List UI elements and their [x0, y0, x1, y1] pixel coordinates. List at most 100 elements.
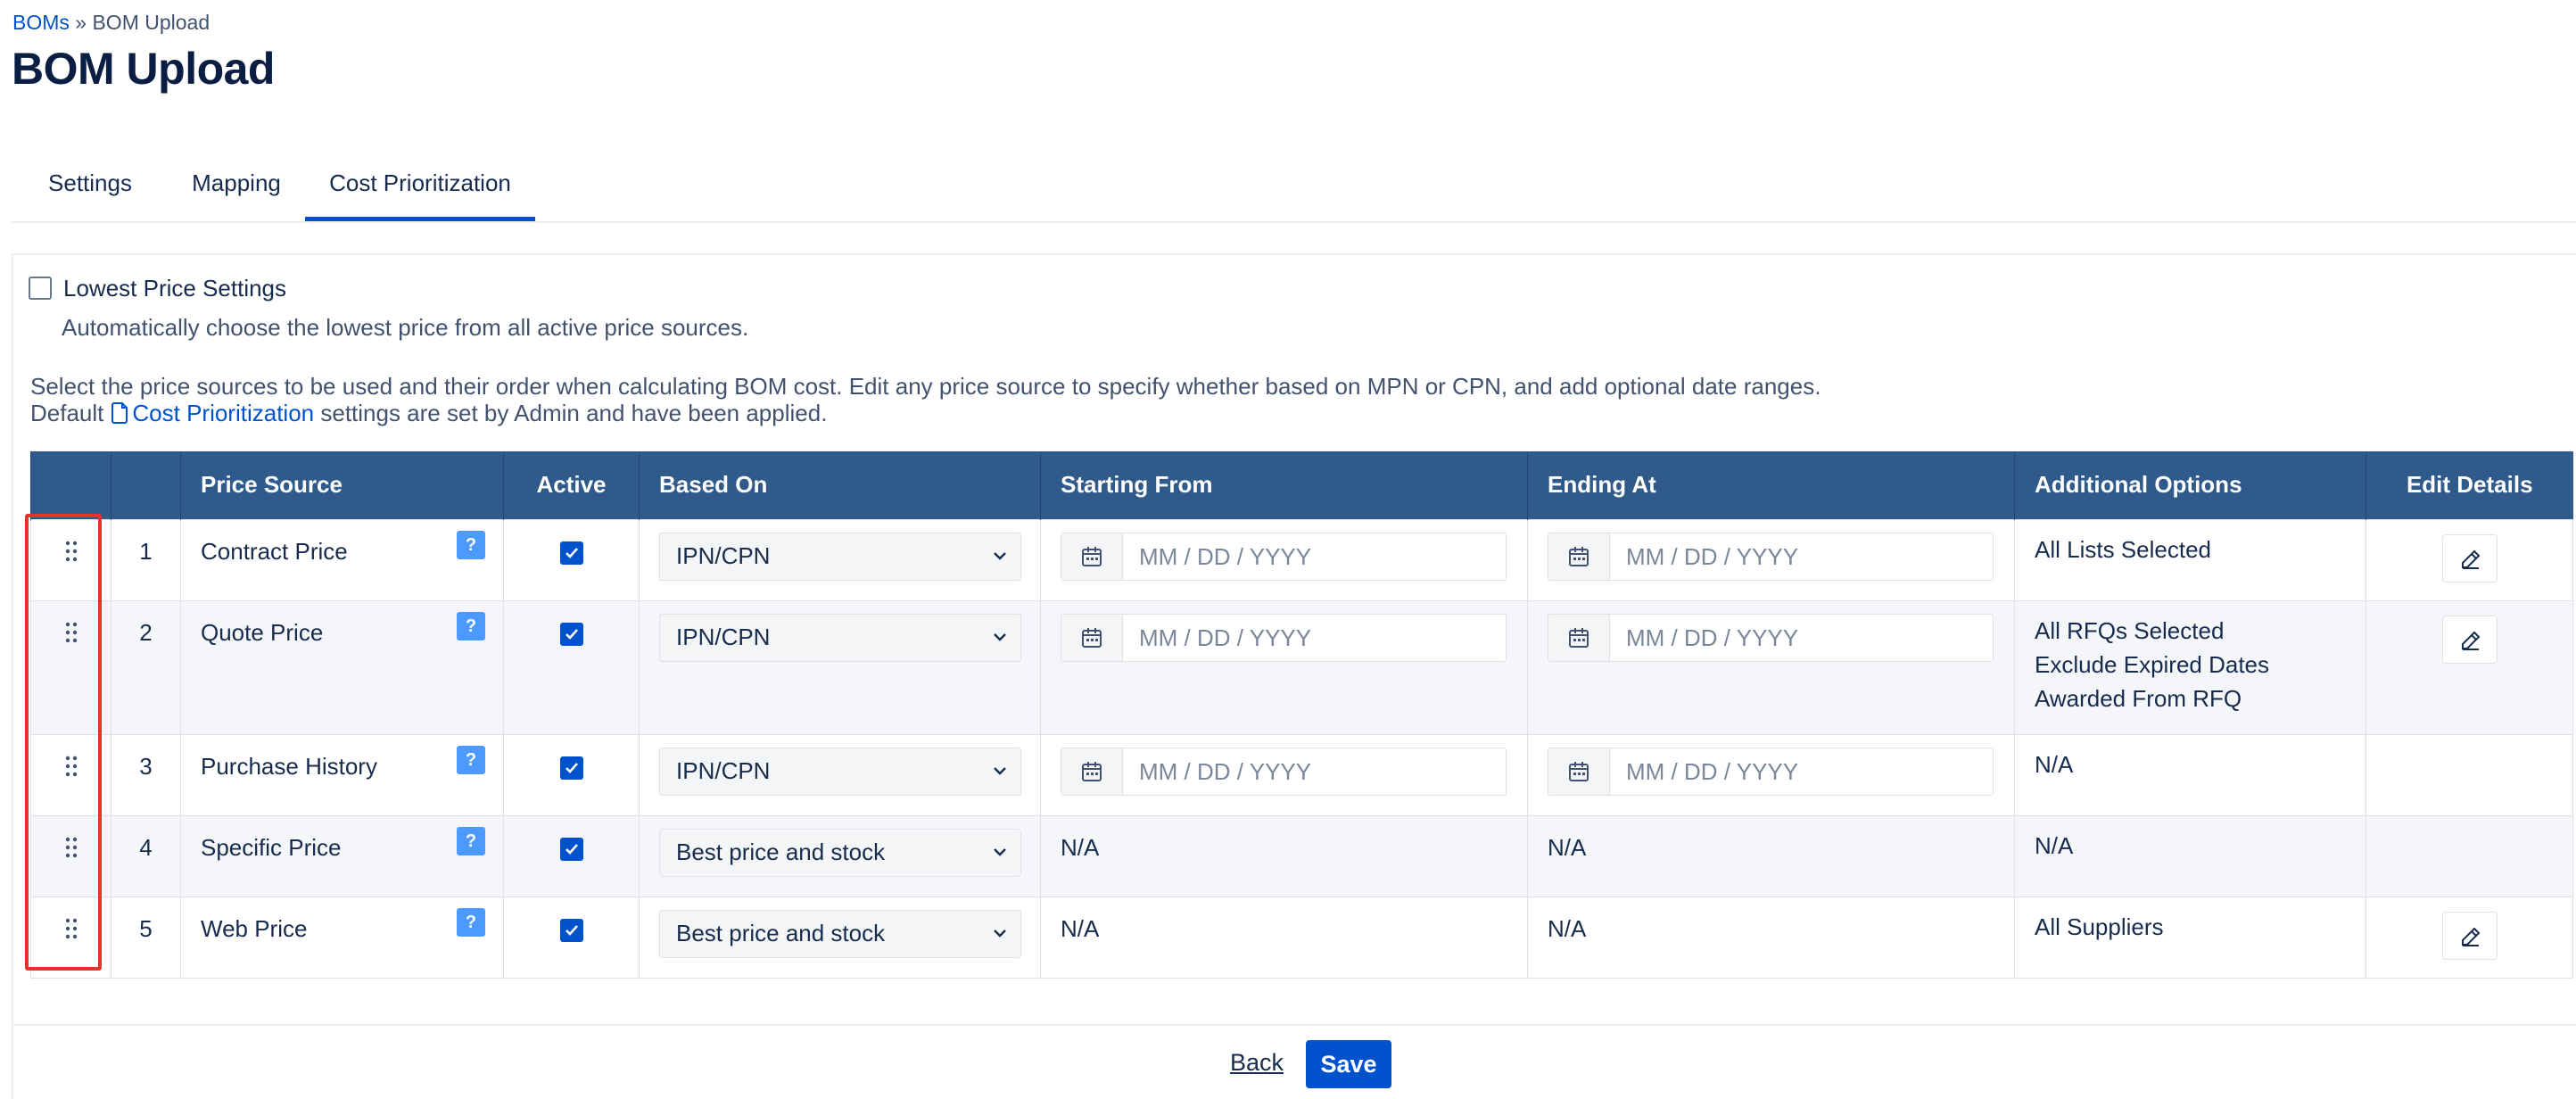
chevron-down-icon: [994, 929, 1006, 938]
save-button[interactable]: Save: [1306, 1040, 1391, 1088]
table-row: 1 Contract Price? IPN/CPN MM / DD / YYYY…: [30, 518, 2573, 601]
ending-at-cell: N/A: [1527, 896, 2015, 979]
checkmark-icon: [565, 762, 578, 773]
table-row: 3 Purchase History? IPN/CPN MM / DD / YY…: [30, 733, 2573, 816]
help-icon[interactable]: ?: [457, 530, 485, 559]
active-checkbox[interactable]: [559, 837, 583, 861]
cost-prioritization-link[interactable]: Cost Prioritization: [132, 400, 314, 426]
help-icon[interactable]: ?: [457, 907, 485, 937]
tab-settings[interactable]: Settings: [12, 157, 169, 221]
calendar-icon[interactable]: [1061, 748, 1123, 795]
start-date-input[interactable]: MM / DD / YYYY: [1061, 532, 1507, 581]
back-link[interactable]: Back: [1230, 1049, 1284, 1077]
col-header-edit-details: Edit Details: [2365, 451, 2573, 519]
help-icon[interactable]: ?: [457, 826, 485, 855]
col-header-ending-at: Ending At: [1527, 451, 2015, 519]
start-date-input[interactable]: MM / DD / YYYY: [1061, 613, 1507, 662]
drag-handle[interactable]: [30, 814, 111, 897]
end-date-input[interactable]: MM / DD / YYYY: [1548, 532, 1994, 581]
edit-details-cell: [2365, 814, 2573, 897]
table-row: 5 Web Price? Best price and stock N/A N/…: [30, 896, 2573, 979]
chevron-down-icon: [994, 766, 1006, 775]
pencil-icon: [2461, 927, 2480, 946]
lowest-price-checkbox[interactable]: [29, 277, 52, 300]
end-date-placeholder: MM / DD / YYYY: [1626, 624, 1799, 651]
start-date-placeholder: MM / DD / YYYY: [1139, 757, 1312, 785]
based-on-select[interactable]: IPN/CPN: [659, 747, 1021, 796]
edit-button[interactable]: [2441, 533, 2498, 583]
calendar-icon[interactable]: [1061, 533, 1123, 580]
breadcrumb-boms-link[interactable]: BOMs: [12, 11, 70, 34]
drag-handle[interactable]: [30, 599, 111, 735]
edit-details-cell: [2365, 896, 2573, 979]
drag-handle[interactable]: [30, 896, 111, 979]
checkmark-icon: [565, 628, 578, 640]
starting-from-cell: MM / DD / YYYY: [1040, 733, 1528, 816]
additional-options-cell: N/A: [2014, 733, 2366, 816]
intro-default-prefix: Default: [30, 400, 104, 426]
lowest-price-description: Automatically choose the lowest price fr…: [62, 314, 749, 341]
row-number: 4: [111, 814, 181, 897]
active-checkbox[interactable]: [559, 541, 583, 565]
based-on-value: IPN/CPN: [676, 541, 771, 569]
intro-text: Select the price sources to be used and …: [30, 373, 1821, 400]
edit-button[interactable]: [2441, 615, 2498, 664]
checkmark-icon: [565, 547, 578, 558]
start-date-input[interactable]: MM / DD / YYYY: [1061, 747, 1507, 796]
calendar-icon[interactable]: [1548, 748, 1610, 795]
help-icon[interactable]: ?: [457, 745, 485, 774]
starting-from-cell: MM / DD / YYYY: [1040, 518, 1528, 601]
starting-from-cell: MM / DD / YYYY: [1040, 599, 1528, 735]
option-text: Awarded From RFQ: [2035, 684, 2242, 712]
pencil-icon: [2461, 550, 2480, 569]
col-header-active: Active: [503, 451, 640, 519]
col-header-additional-options: Additional Options: [2014, 451, 2366, 519]
active-checkbox[interactable]: [559, 756, 583, 780]
drag-handle-icon: [65, 756, 77, 776]
based-on-value: Best price and stock: [676, 919, 886, 946]
breadcrumb: BOMs » BOM Upload: [12, 11, 210, 35]
drag-handle[interactable]: [30, 733, 111, 816]
calendar-icon[interactable]: [1548, 614, 1610, 661]
active-checkbox[interactable]: [559, 918, 583, 942]
based-on-select[interactable]: Best price and stock: [659, 828, 1021, 877]
based-on-select[interactable]: IPN/CPN: [659, 613, 1021, 662]
ending-at-cell: MM / DD / YYYY: [1527, 599, 2015, 735]
active-cell: [503, 599, 640, 735]
based-on-select[interactable]: IPN/CPN: [659, 532, 1021, 581]
price-source-cell: Quote Price?: [180, 599, 504, 735]
price-source-cell: Contract Price?: [180, 518, 504, 601]
drag-handle[interactable]: [30, 518, 111, 601]
based-on-cell: IPN/CPN: [639, 599, 1041, 735]
tab-mapping[interactable]: Mapping: [169, 157, 304, 221]
row-number: 3: [111, 733, 181, 816]
drag-handle-icon: [65, 918, 77, 938]
price-source-cell: Purchase History?: [180, 733, 504, 816]
end-date-placeholder: MM / DD / YYYY: [1626, 757, 1799, 785]
price-source-name: Web Price: [201, 914, 308, 942]
page: BOMs » BOM Upload BOM Upload Settings Ma…: [0, 0, 2576, 1099]
based-on-select[interactable]: Best price and stock: [659, 909, 1021, 958]
end-date-input[interactable]: MM / DD / YYYY: [1548, 747, 1994, 796]
active-checkbox[interactable]: [559, 622, 583, 646]
intro-default-suffix: settings are set by Admin and have been …: [320, 400, 828, 426]
edit-details-cell: [2365, 518, 2573, 601]
tab-cost-prioritization[interactable]: Cost Prioritization: [305, 157, 535, 221]
document-icon: [111, 402, 128, 424]
active-cell: [503, 896, 640, 979]
active-cell: [503, 733, 640, 816]
edit-button[interactable]: [2441, 911, 2498, 960]
starting-from-cell: N/A: [1040, 814, 1528, 897]
help-icon[interactable]: ?: [457, 611, 485, 640]
checkmark-icon: [565, 843, 578, 855]
calendar-icon[interactable]: [1061, 614, 1123, 661]
col-header-drag: [30, 451, 111, 519]
calendar-icon[interactable]: [1548, 533, 1610, 580]
end-date-input[interactable]: MM / DD / YYYY: [1548, 613, 1994, 662]
based-on-value: IPN/CPN: [676, 756, 771, 784]
price-source-name: Specific Price: [201, 833, 342, 861]
additional-options-cell: All Lists Selected: [2014, 518, 2366, 601]
table-row: 2 Quote Price? IPN/CPN MM / DD / YYYY MM…: [30, 599, 2573, 735]
start-date-text: N/A: [1061, 914, 1100, 942]
start-date-placeholder: MM / DD / YYYY: [1139, 542, 1312, 570]
